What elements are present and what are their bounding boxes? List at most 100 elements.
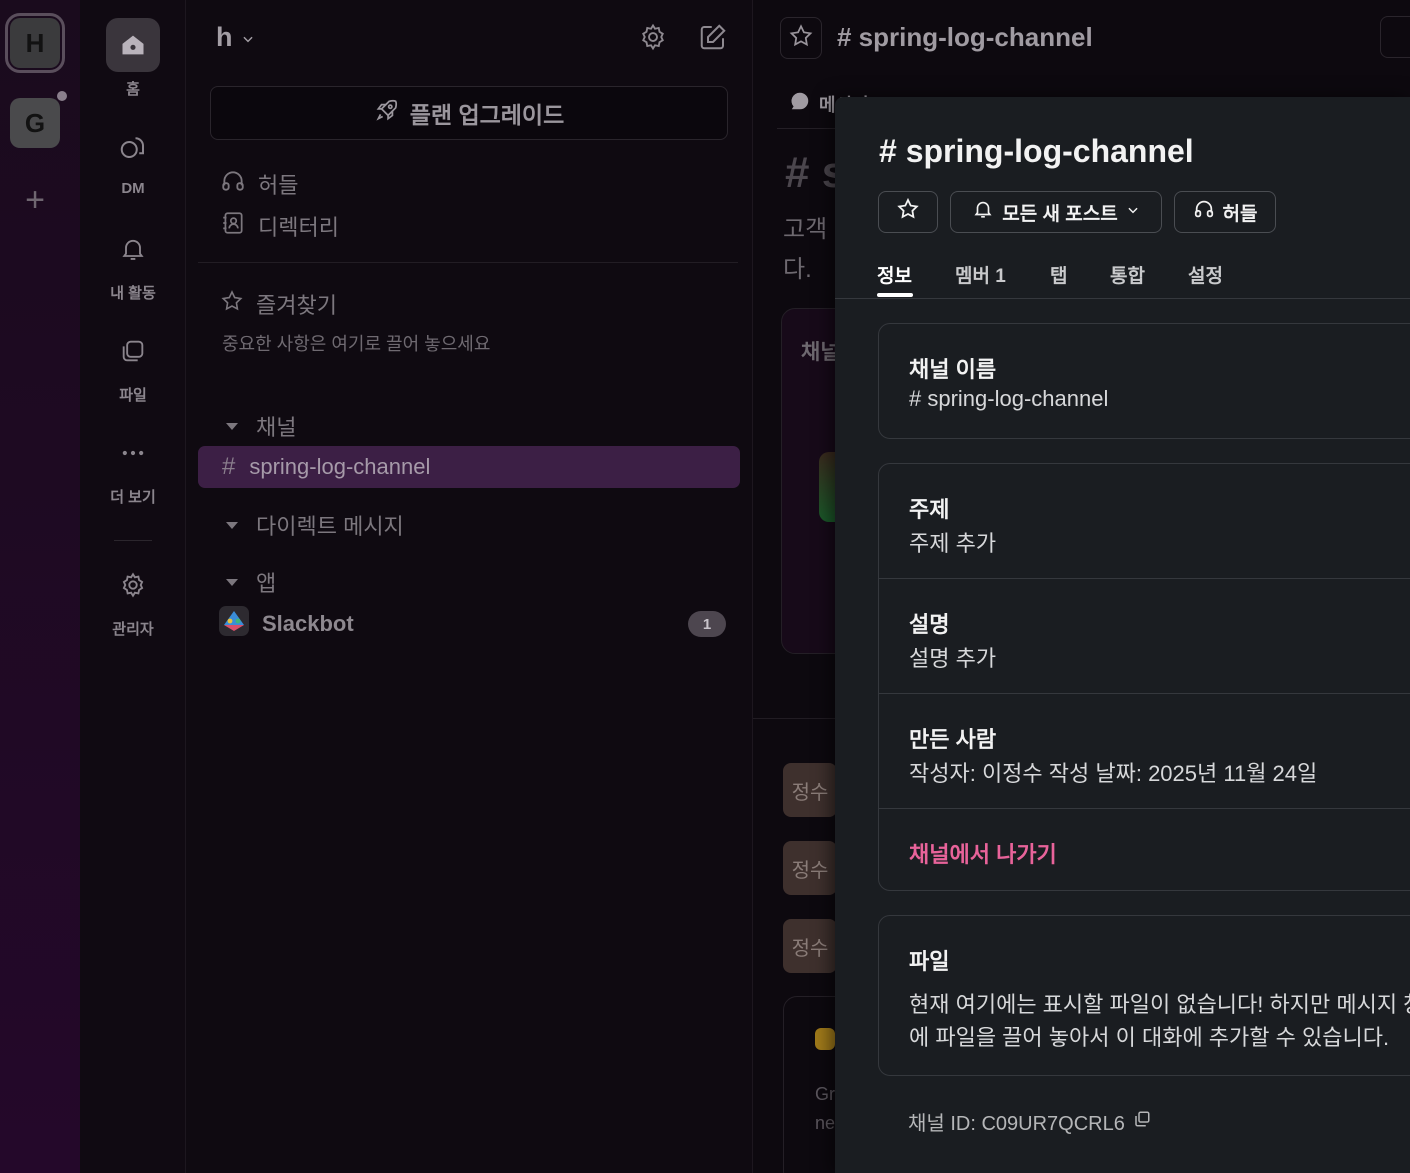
topic-row[interactable]: 주제 주제 추가 [879,464,1410,579]
headphones-icon [220,168,246,200]
avatar[interactable]: 정수 [783,763,837,817]
avatar[interactable]: 정수 [783,919,837,973]
sidebar-item-label: 즐겨찾기 [256,293,337,318]
copy-icon[interactable] [1133,1110,1151,1134]
nav-separator [114,540,152,541]
huddle-label: 허들 [1222,203,1258,225]
sidebar-item-spring-log-channel[interactable]: # spring-log-channel [198,446,740,488]
channel-name-label: 채널 이름 [909,357,997,382]
panel-title: # spring-log-channel [879,133,1194,169]
files-card: 파일 현재 여기에는 표시할 파일이 없습니다! 하지만 메시지 창에 파일을 … [878,915,1410,1076]
workspace-g-button[interactable]: G [10,98,60,148]
section-label: 채널 [256,415,297,440]
topic-label: 주제 [909,497,950,522]
workspace-h-button[interactable]: H [5,13,65,73]
panel-tabs: 정보 멤버 1 탭 통합 설정 [835,257,1410,299]
nav-item-activity[interactable]: 내 활동 [80,222,186,303]
caret-down-icon [226,422,238,430]
sidebar-item-huddles[interactable]: 허들 [220,168,298,200]
avatar[interactable]: 정수 [783,841,837,895]
bell-icon [106,222,160,276]
channel-name-card[interactable]: 채널 이름 # spring-log-channel [878,323,1410,439]
topic-value: 주제 추가 [909,531,997,556]
dm-icon [106,120,160,174]
channel-id-text: 채널 ID: C09UR7QCRL6 [908,1113,1125,1135]
notification-settings-button[interactable]: 모든 새 포스트 [950,191,1162,233]
star-channel-button[interactable] [780,17,822,59]
sidebar-section-favorites[interactable]: 즐겨찾기 [220,288,337,320]
tab-settings[interactable]: 설정 [1188,261,1223,288]
creator-label: 만든 사람 [909,727,997,752]
star-button[interactable] [878,191,938,233]
channel-title[interactable]: # spring-log-channel [837,22,1093,53]
creator-value: 작성자: 이정수 작성 날짜: 2025년 11월 24일 [909,761,1318,786]
gear-icon[interactable] [638,22,668,52]
huddle-button[interactable]: 허들 [1174,191,1276,233]
nav-item-home[interactable]: 홈 [80,18,186,99]
unread-badge: 1 [688,611,726,637]
message-icon [789,90,811,117]
bell-icon [972,198,994,226]
channel-details-panel: # spring-log-channel 모든 새 포스트 허들 정보 멤버 1… [835,97,1410,1173]
star-icon [788,23,814,54]
description-label: 설명 [909,612,950,637]
sidebar-section-channels[interactable]: 채널 [226,410,296,442]
upgrade-label: 플랜 업그레이드 [409,102,565,128]
section-label: 앱 [256,571,277,596]
home-icon [106,18,160,72]
sidebar-item-label: 디렉터리 [258,215,339,240]
slackbot-avatar-icon [218,605,250,643]
nav-item-admin[interactable]: 관리자 [80,558,186,639]
channel-name-value: # spring-log-channel [909,386,1109,411]
leave-row: 채널에서 나가기 [879,809,1410,890]
gear-icon [106,558,160,612]
directory-icon [220,210,246,242]
nav-item-more[interactable]: 더 보기 [80,426,186,507]
sidebar-item-label: 허들 [258,173,299,198]
sidebar-item-slackbot[interactable]: Slackbot 1 [218,606,726,642]
nav-rail: 홈 DM 내 활동 파일 더 보기 관리자 [80,0,186,1173]
compose-icon[interactable] [698,22,728,52]
tab-tabs[interactable]: 탭 [1050,261,1067,288]
sidebar-divider [198,262,738,263]
files-empty-text: 현재 여기에는 표시할 파일이 없습니다! 하지만 메시지 창에 파일을 끌어 … [909,992,1410,1050]
sidebar-item-label: spring-log-channel [249,454,431,479]
hash-icon: # [222,453,236,480]
active-tab-indicator [877,293,913,297]
nav-item-files[interactable]: 파일 [80,324,186,405]
caret-down-icon [226,521,238,529]
notification-label: 모든 새 포스트 [1002,203,1118,225]
description-value: 설명 추가 [909,646,997,671]
channel-id: 채널 ID: C09UR7QCRL6 [908,1107,1151,1136]
nav-label-admin: 관리자 [112,621,154,638]
sidebar-section-apps[interactable]: 앱 [226,566,276,598]
add-workspace-button[interactable]: + [20,182,50,218]
sidebar: h 플랜 업그레이드 허들 디렉터리 즐겨찾기 중요한 사항은 여기로 끌어 놓… [186,0,753,1173]
rocket-icon [374,97,400,129]
sidebar-section-dms[interactable]: 다이렉트 메시지 [226,509,404,541]
description-row[interactable]: 설명 설명 추가 [879,579,1410,694]
leave-channel-button[interactable]: 채널에서 나가기 [909,837,1057,869]
sidebar-item-label: Slackbot [262,611,354,636]
nav-label-files: 파일 [119,387,147,404]
unread-dot [57,91,67,101]
tab-about[interactable]: 정보 [877,261,912,288]
workspace-name: h [216,22,233,52]
star-icon [896,197,920,227]
nav-item-dm[interactable]: DM [80,120,186,197]
tab-integrations[interactable]: 통합 [1110,261,1145,288]
favorites-hint: 중요한 사항은 여기로 끌어 놓으세요 [222,334,491,354]
sidebar-item-directory[interactable]: 디렉터리 [220,210,339,242]
nav-label-more: 더 보기 [110,489,156,506]
nav-label-dm: DM [121,180,145,197]
onboarding-card-title: 채널 [801,341,840,364]
chevron-down-icon [241,22,255,53]
channel-info-card: 주제 주제 추가 설명 설명 추가 만든 사람 작성자: 이정수 작성 날짜: … [878,463,1410,891]
workspace-switcher[interactable]: h [216,22,255,53]
tab-members[interactable]: 멤버 1 [955,261,1006,288]
creator-row: 만든 사람 작성자: 이정수 작성 날짜: 2025년 11월 24일 [879,694,1410,809]
desc-line: 고객 [783,216,828,243]
members-button[interactable] [1380,16,1410,58]
upgrade-plan-button[interactable]: 플랜 업그레이드 [210,86,728,140]
wave-emoji-icon [815,1028,835,1050]
